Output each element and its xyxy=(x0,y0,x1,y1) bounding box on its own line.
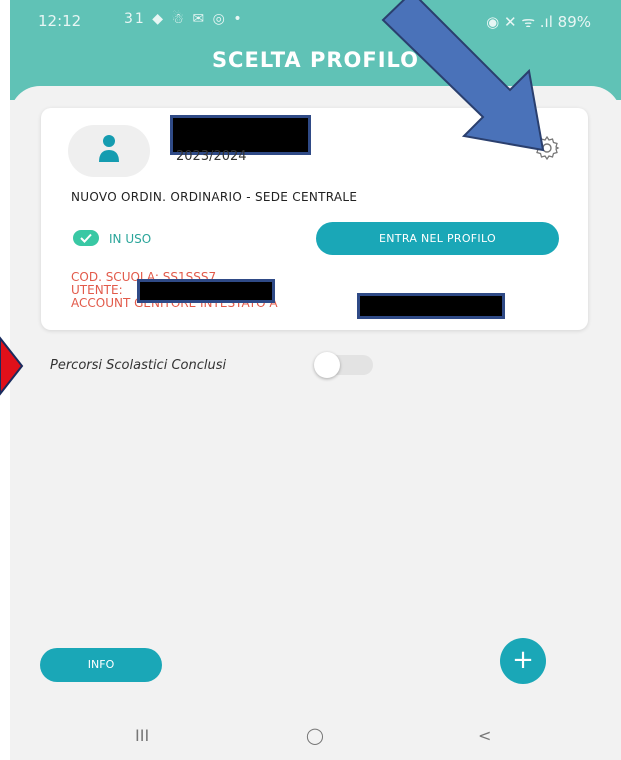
profile-card[interactable]: 2023/2024 NUOVO ORDIN. ORDINARIO - SEDE … xyxy=(41,108,588,330)
add-profile-button[interactable]: + xyxy=(500,638,546,684)
redacted-account-owner xyxy=(357,293,505,319)
status-in-use: IN USO xyxy=(109,232,152,246)
phone-screen: 12:12 31 ◆ ☃ ✉ ◎ • ◉ ✕ ᯤ .ıl 89% SCELTA … xyxy=(10,0,621,760)
check-icon xyxy=(73,230,99,246)
school-year: 2023/2024 xyxy=(176,149,247,164)
course-name: NUOVO ORDIN. ORDINARIO - SEDE CENTRALE xyxy=(71,190,358,204)
notification-icons: 31 ◆ ☃ ✉ ◎ • xyxy=(124,11,244,27)
system-status-icons: ◉ ✕ ᯤ .ıl 89% xyxy=(486,13,591,31)
user-icon xyxy=(99,135,119,162)
page-title: SCELTA PROFILO xyxy=(211,48,420,72)
recent-apps-button[interactable]: III xyxy=(135,726,149,745)
toggle-knob[interactable] xyxy=(314,352,340,378)
home-button[interactable]: ◯ xyxy=(306,726,324,745)
info-button[interactable]: INFO xyxy=(40,648,162,682)
system-navbar: III ◯ < xyxy=(10,712,621,760)
status-time: 12:12 xyxy=(38,12,82,30)
gear-icon[interactable] xyxy=(533,134,561,167)
redacted-user xyxy=(137,279,275,303)
completed-paths-label: Percorsi Scolastici Conclusi xyxy=(50,358,227,373)
enter-profile-button[interactable]: ENTRA NEL PROFILO xyxy=(316,222,559,255)
completed-paths-toggle[interactable] xyxy=(314,352,373,378)
status-bar: 12:12 31 ◆ ☃ ✉ ◎ • ◉ ✕ ᯤ .ıl 89% xyxy=(38,11,591,36)
app-header: 12:12 31 ◆ ☃ ✉ ◎ • ◉ ✕ ᯤ .ıl 89% SCELTA … xyxy=(10,0,621,100)
avatar xyxy=(68,125,150,177)
back-button[interactable]: < xyxy=(478,726,491,745)
